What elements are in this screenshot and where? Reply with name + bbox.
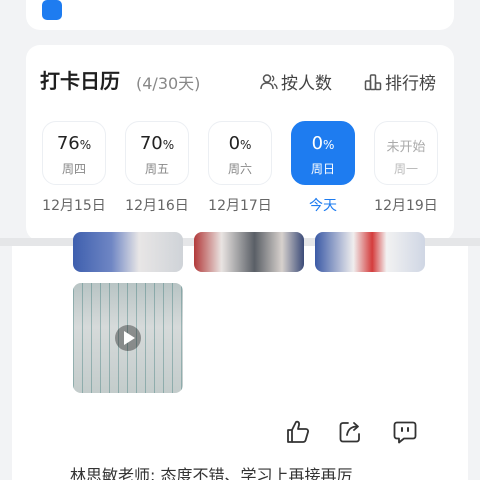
- day-percent: 70: [139, 133, 163, 154]
- day-box: 0% 周日: [291, 121, 355, 185]
- person-icon: [260, 73, 278, 89]
- day-status: 未开始: [386, 140, 426, 155]
- post-photo[interactable]: [194, 232, 304, 272]
- share-icon[interactable]: [336, 418, 364, 446]
- percent-unit: %: [79, 138, 92, 152]
- day-weekday: 周日: [310, 162, 335, 176]
- by-person-button[interactable]: 按人数: [260, 69, 332, 94]
- play-icon[interactable]: [115, 325, 141, 351]
- thumbs-up-icon[interactable]: [284, 418, 312, 446]
- percent-unit: %: [240, 138, 252, 152]
- post-card: 林思敏老师: 态度不错、学习上再接再厉: [12, 232, 468, 480]
- calendar-title: 打卡日历: [40, 69, 120, 93]
- day-item[interactable]: 未开始 周一 12月19日: [368, 121, 444, 231]
- checkin-calendar-card: 打卡日历 (4/30天) 按人数 排行榜 76% 周四 12月15日 70% 周…: [26, 45, 454, 241]
- day-item-today[interactable]: 0% 周日 今天: [285, 121, 361, 231]
- day-box: 未开始 周一: [374, 121, 438, 185]
- post-video[interactable]: [73, 283, 183, 393]
- teacher-comment: 林思敏老师: 态度不错、学习上再接再厉: [70, 462, 353, 480]
- day-strip: 76% 周四 12月15日 70% 周五 12月16日 0% 周六 12月17日: [26, 121, 454, 231]
- comment-icon[interactable]: [391, 418, 419, 446]
- day-percent: 76: [56, 133, 80, 154]
- day-box: 0% 周六: [208, 121, 272, 185]
- day-date: 今天: [309, 198, 337, 214]
- day-percent: 0: [228, 133, 241, 154]
- day-item[interactable]: 0% 周六 12月17日: [202, 121, 278, 231]
- day-box: 76% 周四: [42, 121, 106, 185]
- percent-unit: %: [323, 138, 335, 152]
- percent-unit: %: [162, 138, 175, 152]
- day-date: 12月15日: [42, 198, 106, 214]
- top-card: [26, 0, 454, 30]
- by-person-label: 按人数: [281, 74, 332, 94]
- checkin-progress: (4/30天): [136, 74, 201, 93]
- day-date: 12月17日: [208, 198, 272, 214]
- post-photo[interactable]: [315, 232, 425, 272]
- leaderboard-button[interactable]: 排行榜: [364, 69, 436, 94]
- comment-text: 态度不错、学习上再接再厉: [160, 466, 353, 480]
- day-weekday: 周一: [393, 162, 418, 176]
- day-percent: 0: [311, 133, 324, 154]
- day-box: 70% 周五: [125, 121, 189, 185]
- app-screen: 打卡日历 (4/30天) 按人数 排行榜 76% 周四 12月15日 70% 周…: [0, 0, 480, 480]
- post-photo[interactable]: [73, 232, 183, 272]
- day-item[interactable]: 76% 周四 12月15日: [36, 121, 112, 231]
- day-weekday: 周五: [144, 162, 169, 176]
- day-item[interactable]: 70% 周五 12月16日: [119, 121, 195, 231]
- day-date: 12月16日: [125, 198, 189, 214]
- leaderboard-label: 排行榜: [385, 74, 436, 94]
- check-icon[interactable]: [42, 0, 62, 20]
- day-date: 12月19日: [374, 198, 438, 214]
- day-weekday: 周四: [61, 162, 86, 176]
- comment-author: 林思敏老师:: [70, 466, 156, 480]
- day-weekday: 周六: [227, 162, 252, 176]
- leaderboard-icon: [364, 73, 382, 90]
